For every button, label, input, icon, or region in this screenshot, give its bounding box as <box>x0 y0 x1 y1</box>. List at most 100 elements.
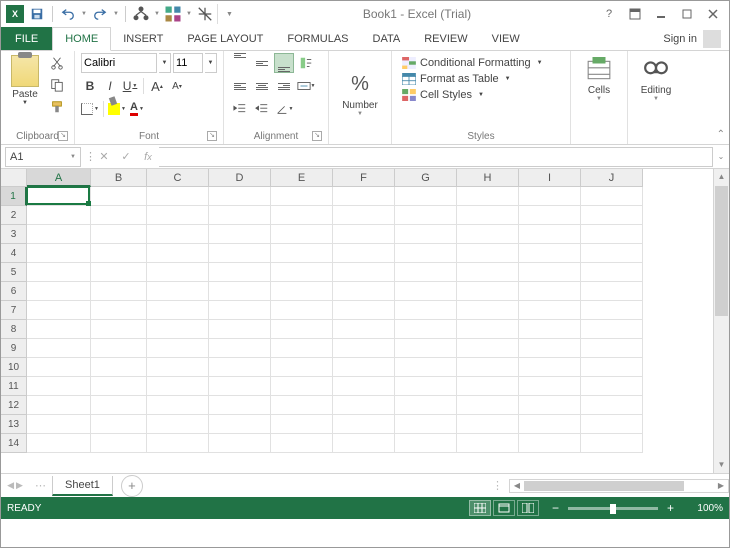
cell[interactable] <box>271 263 333 282</box>
cell[interactable] <box>581 320 643 339</box>
orientation-button[interactable]: ▼ <box>274 99 294 119</box>
cell[interactable] <box>147 282 209 301</box>
cell[interactable] <box>581 187 643 206</box>
cell[interactable] <box>91 339 147 358</box>
cell[interactable] <box>395 415 457 434</box>
cell[interactable] <box>519 187 581 206</box>
cell[interactable] <box>581 339 643 358</box>
sheet-nav[interactable]: ◀▶ <box>1 480 29 491</box>
cell[interactable] <box>27 377 91 396</box>
cell[interactable] <box>333 377 395 396</box>
cell[interactable] <box>333 263 395 282</box>
cell[interactable] <box>457 320 519 339</box>
cell[interactable] <box>457 434 519 453</box>
cell[interactable] <box>27 358 91 377</box>
file-tab[interactable]: FILE <box>1 27 52 50</box>
cell[interactable] <box>147 320 209 339</box>
qat-customize-dropdown[interactable]: ▼ <box>217 4 237 24</box>
cell[interactable] <box>581 415 643 434</box>
maximize-icon[interactable] <box>675 4 699 24</box>
row-header[interactable]: 10 <box>1 358 27 377</box>
cell[interactable] <box>27 263 91 282</box>
row-header[interactable]: 4 <box>1 244 27 263</box>
cell[interactable] <box>209 187 271 206</box>
borders-button[interactable]: ▼ <box>81 99 99 119</box>
vscroll-thumb[interactable] <box>715 186 728 316</box>
cell[interactable] <box>519 320 581 339</box>
cell[interactable] <box>27 434 91 453</box>
align-bottom-button[interactable] <box>274 53 294 73</box>
cell[interactable] <box>395 434 457 453</box>
cut-icon[interactable] <box>47 53 67 73</box>
cell[interactable] <box>271 282 333 301</box>
cell[interactable] <box>581 377 643 396</box>
alignment-launcher-icon[interactable]: ↘ <box>312 131 322 141</box>
cell[interactable] <box>519 377 581 396</box>
cell[interactable] <box>209 377 271 396</box>
column-header[interactable]: G <box>395 169 457 187</box>
row-header[interactable]: 2 <box>1 206 27 225</box>
cell[interactable] <box>91 187 147 206</box>
undo-icon[interactable] <box>58 4 78 24</box>
cell[interactable] <box>147 225 209 244</box>
cell[interactable] <box>519 415 581 434</box>
align-center-button[interactable] <box>252 76 272 96</box>
cell[interactable] <box>91 377 147 396</box>
cell[interactable] <box>147 377 209 396</box>
cell[interactable] <box>581 206 643 225</box>
cell[interactable] <box>271 358 333 377</box>
decrease-indent-button[interactable] <box>230 99 250 119</box>
cell[interactable] <box>91 225 147 244</box>
cell[interactable] <box>519 244 581 263</box>
undo-dropdown-icon[interactable]: ▼ <box>80 4 88 24</box>
name-box[interactable]: A1 ▼ <box>5 147 81 167</box>
scroll-right-icon[interactable]: ▶ <box>714 481 728 490</box>
hscroll-split-icon[interactable]: ⋮ <box>486 479 509 492</box>
insert-tab[interactable]: INSERT <box>111 27 175 50</box>
cell[interactable] <box>333 225 395 244</box>
cell[interactable] <box>457 263 519 282</box>
clipboard-launcher-icon[interactable]: ↘ <box>58 131 68 141</box>
cell-styles-button[interactable]: Cell Styles▼ <box>402 89 560 101</box>
cell[interactable] <box>581 358 643 377</box>
cell[interactable] <box>333 339 395 358</box>
number-dropdown-icon[interactable]: ▼ <box>357 111 363 117</box>
new-sheet-button[interactable]: + <box>121 475 143 497</box>
row-header[interactable]: 6 <box>1 282 27 301</box>
cell[interactable] <box>27 339 91 358</box>
row-header[interactable]: 3 <box>1 225 27 244</box>
cell[interactable] <box>209 339 271 358</box>
format-painter-icon[interactable] <box>47 97 67 117</box>
help-icon[interactable]: ? <box>597 4 621 24</box>
cell[interactable] <box>147 244 209 263</box>
cell[interactable] <box>333 415 395 434</box>
sheet-tab[interactable]: Sheet1 <box>52 476 113 496</box>
cell[interactable] <box>271 244 333 263</box>
excel-app-icon[interactable]: X <box>5 4 25 24</box>
cell[interactable] <box>519 301 581 320</box>
conditional-formatting-button[interactable]: Conditional Formatting▼ <box>402 57 560 69</box>
row-header[interactable]: 13 <box>1 415 27 434</box>
cell[interactable] <box>395 263 457 282</box>
align-right-button[interactable] <box>274 76 294 96</box>
cell[interactable] <box>395 339 457 358</box>
column-header[interactable]: A <box>27 169 91 187</box>
cell[interactable] <box>91 358 147 377</box>
cell[interactable] <box>333 358 395 377</box>
qat-tool-2-dropdown[interactable]: ▼ <box>185 4 193 24</box>
zoom-out-icon[interactable]: − <box>549 501 562 515</box>
cell[interactable] <box>581 263 643 282</box>
redo-icon[interactable] <box>90 4 110 24</box>
insert-function-icon[interactable]: fx <box>137 147 159 167</box>
cell[interactable] <box>457 282 519 301</box>
cell[interactable] <box>519 263 581 282</box>
cell[interactable] <box>209 244 271 263</box>
row-header[interactable]: 11 <box>1 377 27 396</box>
cell[interactable] <box>395 244 457 263</box>
minimize-icon[interactable] <box>649 4 673 24</box>
cell[interactable] <box>581 396 643 415</box>
fill-color-button[interactable]: ▼ <box>108 99 126 119</box>
font-size-dropdown-icon[interactable]: ▼ <box>205 53 217 73</box>
cell[interactable] <box>395 377 457 396</box>
cell[interactable] <box>581 434 643 453</box>
